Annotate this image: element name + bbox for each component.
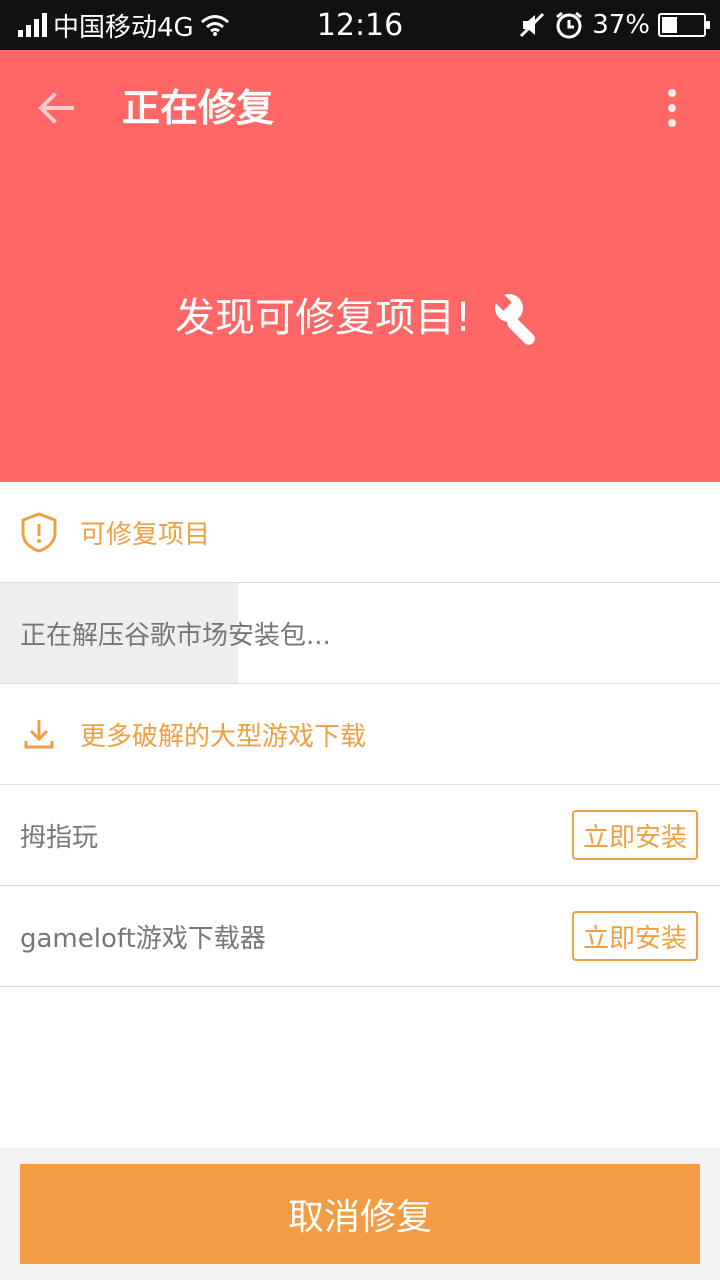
footer: 取消修复 (0, 1148, 720, 1280)
header: 正在修复 发现可修复项目! (0, 50, 720, 482)
signal-icon (18, 13, 47, 37)
hero-text: 发现可修复项目! (174, 295, 472, 341)
install-button[interactable]: 立即安装 (572, 810, 698, 860)
download-icon (24, 720, 54, 749)
battery-percent: 37% (592, 10, 650, 40)
section-repair-label: 可修复项目 (80, 519, 211, 550)
section-download-label: 更多破解的大型游戏下载 (80, 721, 367, 752)
status-bar: 中国移动4G 12:16 37% (0, 0, 720, 50)
more-vertical-icon (668, 89, 676, 97)
list-item: gameloft游戏下载器 立即安装 (0, 886, 720, 987)
status-right: 37% (518, 0, 710, 50)
progress-label: 正在解压谷歌市场安装包... (20, 620, 331, 651)
repair-list: 可修复项目 正在解压谷歌市场安装包... 更多破解的大型游戏下载 拇指玩 立即安… (0, 482, 720, 987)
shield-alert-icon (21, 512, 57, 553)
battery-icon (658, 13, 710, 37)
arrow-left-icon (38, 92, 74, 124)
install-button[interactable]: 立即安装 (572, 911, 698, 961)
status-left: 中国移动4G (18, 0, 230, 50)
list-item: 拇指玩 立即安装 (0, 785, 720, 886)
hero-message: 发现可修复项目! (0, 290, 720, 346)
alarm-icon (556, 11, 583, 39)
section-more-downloads[interactable]: 更多破解的大型游戏下载 (0, 684, 720, 785)
page-title: 正在修复 (122, 86, 275, 130)
app-name: 拇指玩 (20, 822, 99, 853)
carrier-label: 中国移动4G (53, 12, 194, 43)
wifi-icon (200, 15, 229, 36)
app-name: gameloft游戏下载器 (20, 923, 266, 954)
more-options-button[interactable] (648, 80, 696, 136)
section-repairable-items: 可修复项目 (0, 482, 720, 583)
cancel-repair-button[interactable]: 取消修复 (20, 1164, 700, 1264)
wrench-icon (493, 292, 535, 345)
mute-icon (520, 12, 545, 38)
progress-row: 正在解压谷歌市场安装包... (0, 583, 720, 684)
back-button[interactable] (28, 80, 84, 136)
battery-fill (662, 17, 677, 33)
